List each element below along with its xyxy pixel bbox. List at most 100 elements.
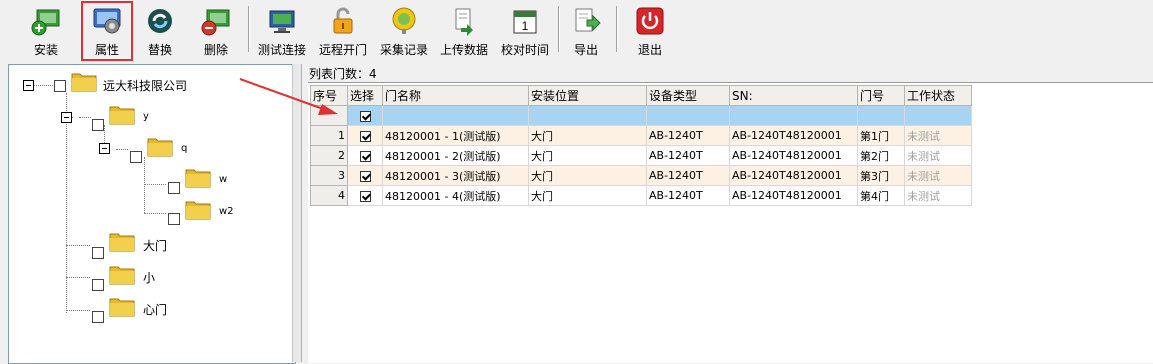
filter-cell[interactable] (646, 105, 730, 126)
sn-cell[interactable]: AB-1240T48120001 (729, 125, 858, 146)
table-row[interactable]: 2 48120001 - 2(测试版) 大门 AB-1240T AB-1240T… (310, 145, 972, 166)
door-number-cell[interactable]: 第2门 (857, 145, 905, 166)
tree-node-w2[interactable]: w2 (219, 206, 234, 217)
tree-connector (144, 213, 166, 214)
select-cell[interactable] (347, 145, 383, 166)
tree-checkbox[interactable] (54, 80, 66, 92)
collapse-toggle[interactable] (23, 80, 34, 91)
upload-data-button[interactable]: 上传数据 (436, 2, 492, 60)
location-cell[interactable]: 大门 (528, 165, 647, 186)
toolbar-separator (248, 6, 250, 52)
filter-cell[interactable] (382, 105, 529, 126)
sn-cell[interactable]: AB-1240T48120001 (729, 185, 858, 206)
remote-unlock-button[interactable]: 远程开门 (315, 2, 371, 60)
row-checkbox[interactable] (359, 130, 371, 142)
properties-button[interactable]: 属性 (81, 1, 133, 61)
collapse-toggle[interactable] (61, 112, 72, 123)
tree-node-w[interactable]: w (219, 174, 227, 185)
row-checkbox[interactable] (359, 170, 371, 182)
tree-node-xiao[interactable]: 小 (143, 269, 155, 286)
tree-scrollbar[interactable] (292, 64, 301, 362)
tree-checkbox[interactable] (168, 213, 180, 225)
location-cell[interactable]: 大门 (528, 125, 647, 146)
toolbar: 安装 属性 替换 删除 测试连接 远程开门 采集记录 上传数据 1 校对时间 导… (0, 0, 1153, 62)
test-connection-button[interactable]: 测试连接 (254, 2, 310, 60)
tree-node-damen[interactable]: 大门 (143, 237, 167, 254)
row-checkbox[interactable] (359, 190, 371, 202)
install-button[interactable]: 安装 (26, 2, 66, 60)
status-cell[interactable]: 未测试 (904, 185, 972, 206)
door-number-cell[interactable]: 第4门 (857, 185, 905, 206)
table-row[interactable]: 4 48120001 - 4(测试版) 大门 AB-1240T AB-1240T… (310, 185, 972, 206)
select-cell[interactable] (347, 125, 383, 146)
tree-node-root[interactable]: 远大科技限公司 (103, 77, 187, 94)
col-header-status[interactable]: 工作状态 (904, 85, 972, 106)
select-cell[interactable] (347, 185, 383, 206)
test-connection-icon (267, 6, 297, 36)
tree-connector (66, 245, 90, 246)
select-cell[interactable] (347, 165, 383, 186)
tree-node-y[interactable]: y (143, 111, 149, 122)
collect-records-button[interactable]: 采集记录 (376, 2, 432, 60)
col-header-select[interactable]: 选择 (347, 85, 383, 106)
export-icon (571, 6, 601, 36)
tree-node-xinmen[interactable]: 心门 (143, 301, 167, 318)
filter-cell[interactable] (528, 105, 647, 126)
export-button[interactable]: 导出 (566, 2, 606, 60)
door-name-cell[interactable]: 48120001 - 3(测试版) (382, 165, 529, 186)
sn-cell[interactable]: AB-1240T48120001 (729, 165, 858, 186)
tree-checkbox[interactable] (92, 311, 104, 323)
device-type-cell[interactable]: AB-1240T (646, 165, 730, 186)
table-row[interactable]: 1 48120001 - 1(测试版) 大门 AB-1240T AB-1240T… (310, 125, 972, 146)
device-type-cell[interactable]: AB-1240T (646, 145, 730, 166)
collapse-toggle[interactable] (99, 143, 110, 154)
sync-time-button[interactable]: 1 校对时间 (497, 2, 553, 60)
door-name-cell[interactable]: 48120001 - 1(测试版) (382, 125, 529, 146)
status-cell[interactable]: 未测试 (904, 125, 972, 146)
col-header-name[interactable]: 门名称 (382, 85, 529, 106)
row-number: 1 (310, 125, 348, 146)
tree-checkbox[interactable] (130, 151, 142, 163)
device-tree[interactable]: 远大科技限公司 y q w w2 大门 小 心门 (8, 64, 296, 364)
row-checkbox[interactable] (359, 150, 371, 162)
device-type-cell[interactable]: AB-1240T (646, 125, 730, 146)
col-header-type[interactable]: 设备类型 (646, 85, 730, 106)
select-all-cell[interactable] (347, 105, 383, 126)
table-row[interactable]: 3 48120001 - 3(测试版) 大门 AB-1240T AB-1240T… (310, 165, 972, 186)
install-label: 安装 (33, 43, 58, 57)
folder-icon (109, 106, 135, 125)
status-cell[interactable]: 未测试 (904, 145, 972, 166)
remote-unlock-label: 远程开门 (318, 43, 367, 57)
replace-button[interactable]: 替换 (140, 2, 180, 60)
filter-cell[interactable] (729, 105, 858, 126)
exit-button[interactable]: 退出 (630, 2, 670, 60)
col-header-sn[interactable]: SN: (729, 85, 858, 106)
tree-checkbox[interactable] (92, 119, 104, 131)
col-header-num[interactable]: 序号 (310, 85, 348, 106)
door-number-cell[interactable]: 第1门 (857, 125, 905, 146)
door-name-cell[interactable]: 48120001 - 4(测试版) (382, 185, 529, 206)
upload-data-label: 上传数据 (439, 43, 488, 57)
delete-button[interactable]: 删除 (196, 2, 236, 60)
device-type-cell[interactable]: AB-1240T (646, 185, 730, 206)
door-number-cell[interactable]: 第3门 (857, 165, 905, 186)
location-cell[interactable]: 大门 (528, 145, 647, 166)
filter-cell[interactable] (904, 105, 972, 126)
tree-checkbox[interactable] (92, 279, 104, 291)
tree-connector (144, 184, 166, 185)
folder-icon (109, 298, 135, 317)
tree-checkbox[interactable] (92, 247, 104, 259)
door-name-cell[interactable]: 48120001 - 2(测试版) (382, 145, 529, 166)
filter-cell[interactable] (857, 105, 905, 126)
folder-icon (71, 73, 97, 92)
tree-node-q[interactable]: q (181, 143, 187, 154)
location-cell[interactable]: 大门 (528, 185, 647, 206)
tree-checkbox[interactable] (168, 182, 180, 194)
col-header-location[interactable]: 安装位置 (528, 85, 647, 106)
panel-splitter[interactable] (301, 64, 308, 362)
col-header-door[interactable]: 门号 (857, 85, 905, 106)
status-cell[interactable]: 未测试 (904, 165, 972, 186)
sn-cell[interactable]: AB-1240T48120001 (729, 145, 858, 166)
select-all-checkbox[interactable] (359, 110, 371, 122)
test-connection-label: 测试连接 (257, 43, 306, 57)
